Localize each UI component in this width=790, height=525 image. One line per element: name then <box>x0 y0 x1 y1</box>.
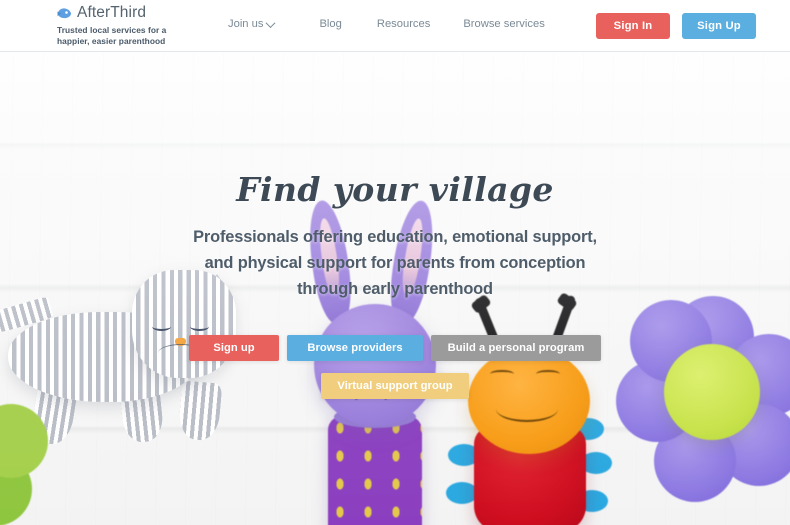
nav-item-browse-services-label: Browse services <box>463 18 545 30</box>
hero-title: Find your village <box>236 170 554 209</box>
site-header: AfterThird Trusted local services for a … <box>0 0 790 52</box>
cta-browse-providers-button[interactable]: Browse providers <box>287 335 423 361</box>
main-navigation: Join us Blog Resources Browse services <box>228 17 545 30</box>
auth-buttons: Sign In Sign Up <box>596 13 756 39</box>
hero-subtitle-line-3: through early parenthood <box>297 280 493 298</box>
bird-logo-icon <box>57 7 71 18</box>
cta-build-personal-program-button[interactable]: Build a personal program <box>431 335 601 361</box>
hero-subtitle: Professionals offering education, emotio… <box>180 224 610 302</box>
hero-content: Find your village Professionals offering… <box>0 52 790 525</box>
cta-button-row-secondary: Virtual support group <box>0 373 790 399</box>
nav-item-browse-services[interactable]: Browse services <box>463 18 544 30</box>
nav-item-join-us[interactable]: Join us <box>228 17 276 30</box>
brand-row: AfterThird <box>57 4 192 22</box>
nav-item-blog-label: Blog <box>319 18 342 30</box>
brand-logo[interactable]: AfterThird Trusted local services for a … <box>57 4 192 46</box>
nav-item-resources[interactable]: Resources <box>377 18 430 30</box>
cta-virtual-support-group-button[interactable]: Virtual support group <box>321 373 469 399</box>
cta-sign-up-button[interactable]: Sign up <box>189 335 279 361</box>
hero-subtitle-line-1: Professionals offering education, emotio… <box>193 228 597 246</box>
hero-subtitle-line-2: and physical support for parents from co… <box>204 254 586 272</box>
cta-button-row-primary: Sign up Browse providers Build a persona… <box>0 335 790 361</box>
sign-up-button[interactable]: Sign Up <box>682 13 756 39</box>
hero-section: Find your village Professionals offering… <box>0 52 790 525</box>
nav-item-join-us-label: Join us <box>228 18 264 30</box>
chevron-down-icon <box>266 17 276 28</box>
nav-item-resources-label: Resources <box>376 18 431 30</box>
brand-name: AfterThird <box>77 4 147 21</box>
landing-page: AfterThird Trusted local services for a … <box>0 0 790 525</box>
sign-in-button[interactable]: Sign In <box>596 13 670 39</box>
nav-item-blog[interactable]: Blog <box>319 18 341 30</box>
brand-tagline: Trusted local services for a happier, ea… <box>57 25 167 46</box>
